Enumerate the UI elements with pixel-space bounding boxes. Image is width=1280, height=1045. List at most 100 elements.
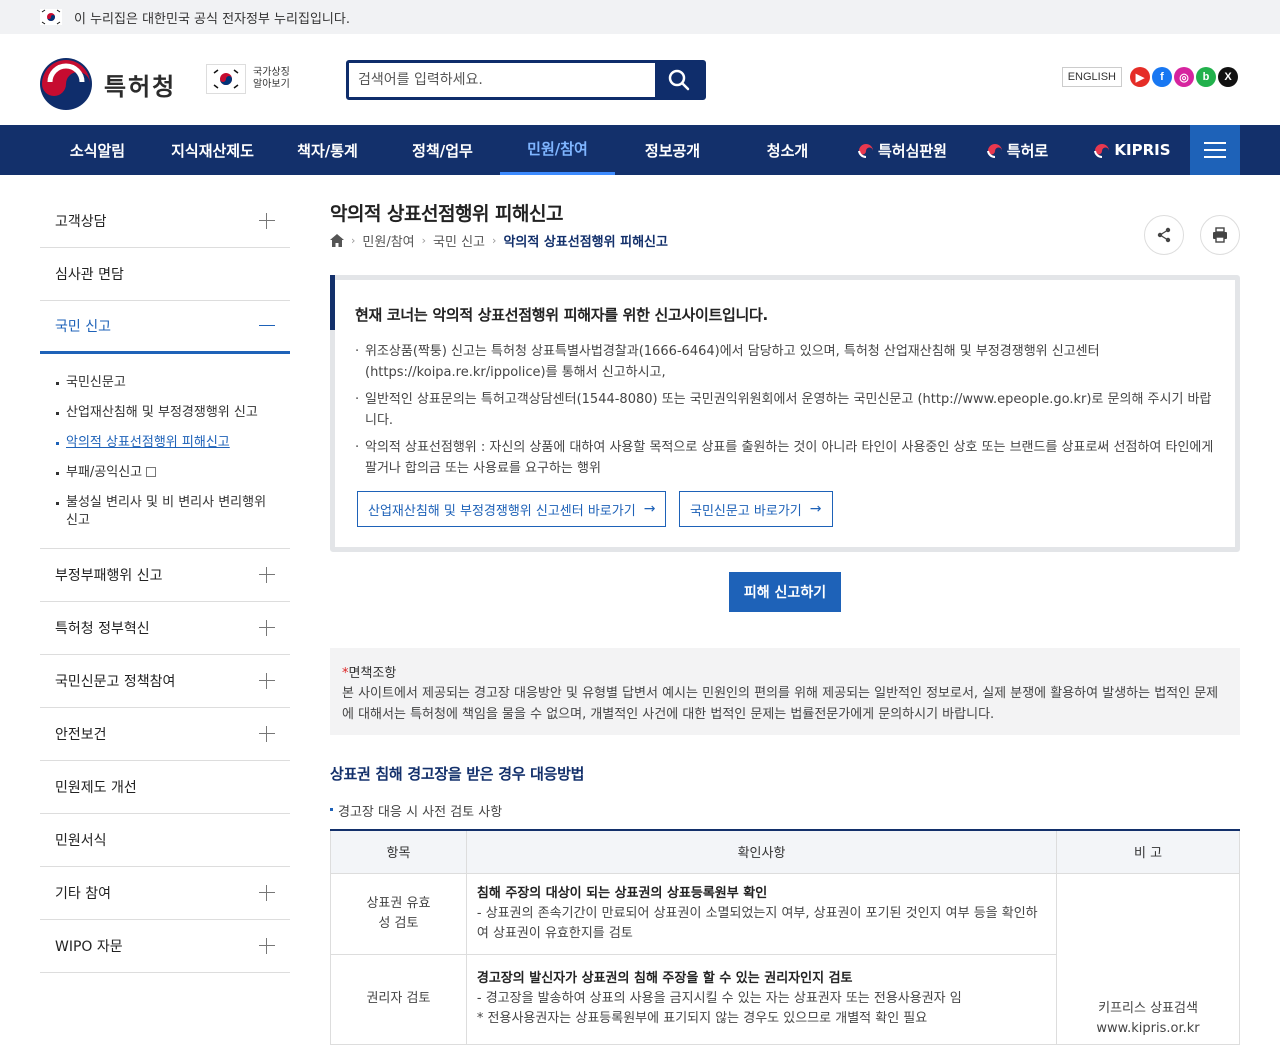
page-title: 악의적 상표선점행위 피해신고 bbox=[330, 203, 563, 225]
sidebar-item-examiner-interview[interactable]: 심사관 면담 bbox=[40, 248, 290, 301]
damage-report-button[interactable]: 피해 신고하기 bbox=[729, 572, 841, 612]
remark-text: 키프리스 상표검색 www.kipris.or.kr bbox=[1096, 1000, 1200, 1036]
sidebar-item-label: 고객상담 bbox=[55, 214, 107, 230]
sidebar-item-public-report[interactable]: 국민 신고 bbox=[40, 301, 290, 354]
english-link[interactable]: ENGLISH bbox=[1061, 67, 1122, 87]
site-header: 특허청 국가상징 알아보기 ENGLISH ▶ f ◎ b X bbox=[0, 34, 1280, 125]
plus-icon bbox=[259, 885, 275, 901]
nav-patent-net-link[interactable]: 특허로 bbox=[960, 125, 1075, 175]
sidebar-item-civil-improvement[interactable]: 민원제도 개선 bbox=[40, 761, 290, 814]
nav-information-disclosure[interactable]: 정보공개 bbox=[615, 125, 730, 175]
sidebar-item-innovation[interactable]: 특허청 정부혁신 bbox=[40, 602, 290, 655]
external-link-icon bbox=[146, 467, 157, 477]
nav-label: 정보공개 bbox=[644, 141, 701, 160]
plus-icon bbox=[259, 620, 275, 636]
hamburger-line bbox=[1204, 156, 1226, 158]
kipo-mini-emblem-icon bbox=[986, 144, 1002, 158]
table-cell-item: 권리자 검토 bbox=[330, 953, 467, 1045]
home-icon[interactable] bbox=[330, 234, 344, 247]
facebook-icon[interactable]: f bbox=[1152, 67, 1172, 87]
sidebar-item-wipo[interactable]: WIPO 자문 bbox=[40, 920, 290, 973]
search-box bbox=[346, 60, 706, 100]
breadcrumb: › 민원/참여 › 국민 신고 › 악의적 상표선점행위 피해신고 bbox=[330, 231, 668, 250]
nav-label: 특허로 bbox=[1006, 141, 1049, 160]
national-flag-box bbox=[206, 64, 246, 94]
check-title: 침해 주장의 대상이 되는 상표권의 상표등록원부 확인 bbox=[476, 885, 768, 901]
sidebar-item-other-participation[interactable]: 기타 참여 bbox=[40, 867, 290, 920]
nav-label: 민원/참여 bbox=[527, 140, 588, 158]
disclaimer-title: *면책조항 bbox=[342, 662, 1228, 681]
link-label: 산업재산침해 및 부정경쟁행위 신고센터 바로가기 bbox=[368, 503, 636, 519]
search-button[interactable] bbox=[655, 63, 703, 97]
submenu-item-unfaithful-attorney[interactable]: 불성실 변리사 및 비 변리사 변리행위 신고 bbox=[56, 488, 276, 536]
breadcrumb-current: 악의적 상표선점행위 피해신고 bbox=[503, 235, 668, 250]
sidebar-item-label: 안전보건 bbox=[55, 727, 107, 743]
main-navigation: 소식알림 지식재산제도 책자/통계 정책/업무 민원/참여 정보공개 청소개 특… bbox=[0, 125, 1280, 175]
submenu-item-malicious-trademark[interactable]: 악의적 상표선점행위 피해신고 bbox=[56, 428, 276, 458]
breadcrumb-item[interactable]: 민원/참여 bbox=[362, 231, 414, 250]
plus-icon bbox=[259, 567, 275, 583]
sidebar-item-customer-consult[interactable]: 고객상담 bbox=[40, 195, 290, 248]
print-button[interactable] bbox=[1200, 215, 1240, 255]
x-icon[interactable]: X bbox=[1218, 67, 1238, 87]
nav-ipt-link[interactable]: 특허심판원 bbox=[845, 125, 960, 175]
nav-news[interactable]: 소식알림 bbox=[40, 125, 155, 175]
notice-paragraph: 악의적 상표선점행위 : 자신의 상품에 대하여 사용할 목적으로 상표를 출원… bbox=[355, 437, 1215, 479]
notice-paragraph: 일반적인 상표문의는 특허고객상담센터(1544-8080) 또는 국민권익위원… bbox=[355, 389, 1215, 431]
table-header: 항목 bbox=[330, 829, 467, 874]
nav-civil-participation[interactable]: 민원/참여 bbox=[500, 125, 615, 175]
share-button[interactable] bbox=[1144, 215, 1184, 255]
youtube-icon[interactable]: ▶ bbox=[1130, 67, 1150, 87]
plus-icon bbox=[259, 938, 275, 954]
check-title: 경고장의 발신자가 상표권의 침해 주장을 할 수 있는 권리자인지 검토 bbox=[476, 971, 853, 986]
kipo-mini-emblem-icon bbox=[1094, 144, 1110, 158]
breadcrumb-item[interactable]: 국민 신고 bbox=[433, 231, 485, 250]
gov-banner-text: 이 누리집은 대한민국 공식 전자정부 누리집입니다. bbox=[74, 11, 350, 27]
kipo-emblem-icon bbox=[40, 58, 92, 110]
sidebar-item-safety-health[interactable]: 안전보건 bbox=[40, 708, 290, 761]
header-utilities: ENGLISH ▶ f ◎ b X bbox=[1061, 67, 1238, 87]
nav-label: 소식알림 bbox=[69, 141, 126, 160]
gov-banner: 이 누리집은 대한민국 공식 전자정부 누리집입니다. bbox=[0, 0, 1280, 34]
disclaimer-box: *면책조항 본 사이트에서 제공되는 경고장 대응방안 및 유형별 답변서 예시… bbox=[330, 648, 1240, 735]
instagram-icon[interactable]: ◎ bbox=[1174, 67, 1194, 87]
sidebar-item-corruption[interactable]: 부정부패행위 신고 bbox=[40, 549, 290, 602]
submenu-label: 부패/공익신고 bbox=[66, 465, 143, 480]
submenu-item-epeople[interactable]: 국민신문고 bbox=[56, 368, 276, 398]
nav-about[interactable]: 청소개 bbox=[730, 125, 845, 175]
table-header-row: 항목 확인사항 비 고 bbox=[330, 829, 1240, 874]
blog-icon[interactable]: b bbox=[1196, 67, 1216, 87]
breadcrumb-separator: › bbox=[421, 234, 427, 247]
submenu-item-corruption-report[interactable]: 부패/공익신고 bbox=[56, 458, 276, 488]
section-subtitle: 경고장 대응 시 사전 검토 사항 bbox=[330, 801, 502, 820]
nav-kipris-link[interactable]: KIPRIS bbox=[1075, 125, 1190, 175]
national-symbol-label: 국가상징 알아보기 bbox=[253, 67, 290, 90]
all-menu-button[interactable] bbox=[1190, 125, 1240, 175]
national-symbol-link[interactable]: 국가상징 알아보기 bbox=[206, 64, 297, 94]
nav-label: 정책/업무 bbox=[412, 141, 473, 160]
sidebar-submenu: 국민신문고 산업재산침해 및 부정경쟁행위 신고 악의적 상표선점행위 피해신고… bbox=[40, 354, 290, 549]
link-label: 국민신문고 바로가기 bbox=[690, 503, 802, 519]
korea-flag-icon bbox=[40, 9, 62, 25]
minus-icon bbox=[259, 318, 275, 334]
table-cell-item: 상표권 유효성 검토 bbox=[330, 872, 467, 955]
table-header: 비 고 bbox=[1056, 829, 1240, 874]
search-input[interactable] bbox=[349, 63, 655, 97]
sidebar-item-label: 민원서식 bbox=[55, 833, 107, 849]
sidebar-item-policy-participation[interactable]: 국민신문고 정책참여 bbox=[40, 655, 290, 708]
sidebar: 고객상담 심사관 면담 국민 신고 국민신문고 산업재산침해 및 부정경쟁행위 … bbox=[40, 195, 290, 973]
nav-ip-system[interactable]: 지식재산제도 bbox=[155, 125, 270, 175]
share-icon bbox=[1157, 227, 1171, 243]
sidebar-item-label: 민원제도 개선 bbox=[55, 780, 137, 796]
sidebar-item-civil-forms[interactable]: 민원서식 bbox=[40, 814, 290, 867]
epeople-link[interactable]: 국민신문고 바로가기 → bbox=[679, 491, 833, 527]
site-logo[interactable]: 특허청 bbox=[40, 58, 176, 110]
ip-report-center-link[interactable]: 산업재산침해 및 부정경쟁행위 신고센터 바로가기 → bbox=[357, 491, 667, 527]
hamburger-icon bbox=[1204, 142, 1226, 144]
plus-icon bbox=[259, 726, 275, 742]
nav-publications[interactable]: 책자/통계 bbox=[270, 125, 385, 175]
submenu-item-ip-infringement[interactable]: 산업재산침해 및 부정경쟁행위 신고 bbox=[56, 398, 276, 428]
sidebar-item-label: 국민신문고 정책참여 bbox=[55, 674, 176, 690]
nav-policy[interactable]: 정책/업무 bbox=[385, 125, 500, 175]
table-cell-check: 경고장의 발신자가 상표권의 침해 주장을 할 수 있는 권리자인지 검토 - … bbox=[465, 953, 1058, 1045]
